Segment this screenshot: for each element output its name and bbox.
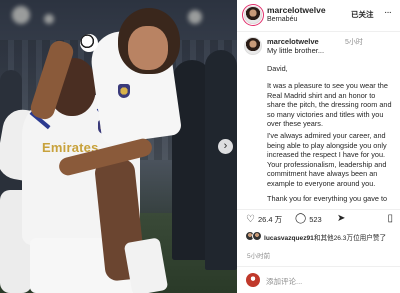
stadium-light	[44, 14, 54, 24]
bystander	[205, 50, 237, 270]
following-button[interactable]: 已关注	[351, 9, 374, 20]
comment-count: 523	[309, 214, 322, 224]
caption-username[interactable]: marcelotwelve	[267, 37, 319, 46]
comment-icon: ◯	[295, 213, 307, 224]
next-image-button[interactable]: ›	[218, 139, 233, 154]
like-button[interactable]: ♡ 26.4 万	[246, 214, 282, 225]
caption-first-line: My little brother...	[267, 46, 325, 55]
bookmark-button[interactable]: ▯	[387, 213, 393, 224]
more-options-button[interactable]: ···	[384, 7, 392, 18]
club-crest-icon	[118, 84, 130, 98]
post-caption: marcelotwelve 5小时 My little brother... D…	[237, 33, 400, 208]
caption-greeting: David,	[267, 64, 288, 73]
share-button[interactable]: ➤	[337, 214, 345, 224]
caption-avatar[interactable]	[244, 37, 262, 55]
share-icon: ➤	[337, 213, 346, 224]
ball-icon	[80, 34, 98, 52]
caption-paragraph: Thank you for everything you gave to	[267, 194, 388, 203]
liked-by-user[interactable]: lucasvazquez91	[264, 235, 314, 242]
liked-by-row[interactable]: lucasvazquez91和其他26.3万位用户赞了	[237, 229, 400, 243]
post-timestamp: 5小时前	[247, 253, 271, 260]
stadium-light	[12, 6, 30, 24]
post-photo[interactable]: Emirates ›	[0, 0, 237, 293]
caption-paragraph: It was a pleasure to see you wear the Re…	[267, 81, 392, 129]
caption-paragraph: I've always admired your career, and bei…	[267, 131, 387, 188]
post-actions: ♡ 26.4 万 ◯ 523 ➤ ▯	[237, 209, 400, 229]
current-user-avatar	[246, 273, 260, 287]
liked-by-avatars	[245, 231, 263, 241]
caption-time: 5小时	[345, 39, 363, 46]
author-avatar[interactable]	[244, 6, 262, 24]
comment-input[interactable]: 添加评论...	[266, 276, 302, 287]
bookmark-icon: ▯	[387, 213, 393, 224]
post-header: marcelotwelve Bernabéu 已关注 ···	[237, 0, 400, 32]
heart-icon: ♡	[246, 213, 255, 225]
author-username[interactable]: marcelotwelve	[267, 5, 326, 15]
player-face	[128, 26, 168, 70]
stadium-light	[188, 10, 202, 24]
like-count: 26.4 万	[257, 215, 283, 224]
comment-bar: 添加评论...	[237, 266, 400, 293]
liked-by-text: lucasvazquez91和其他26.3万位用户赞了	[264, 232, 386, 242]
comment-button[interactable]: ◯ 523	[295, 214, 322, 224]
avatar	[252, 231, 262, 241]
post-detail-panel: marcelotwelve Bernabéu 已关注 ··· marcelotw…	[237, 0, 400, 293]
liked-by-rest: 和其他26.3万位用户赞了	[313, 235, 387, 242]
post-location[interactable]: Bernabéu	[267, 16, 297, 23]
